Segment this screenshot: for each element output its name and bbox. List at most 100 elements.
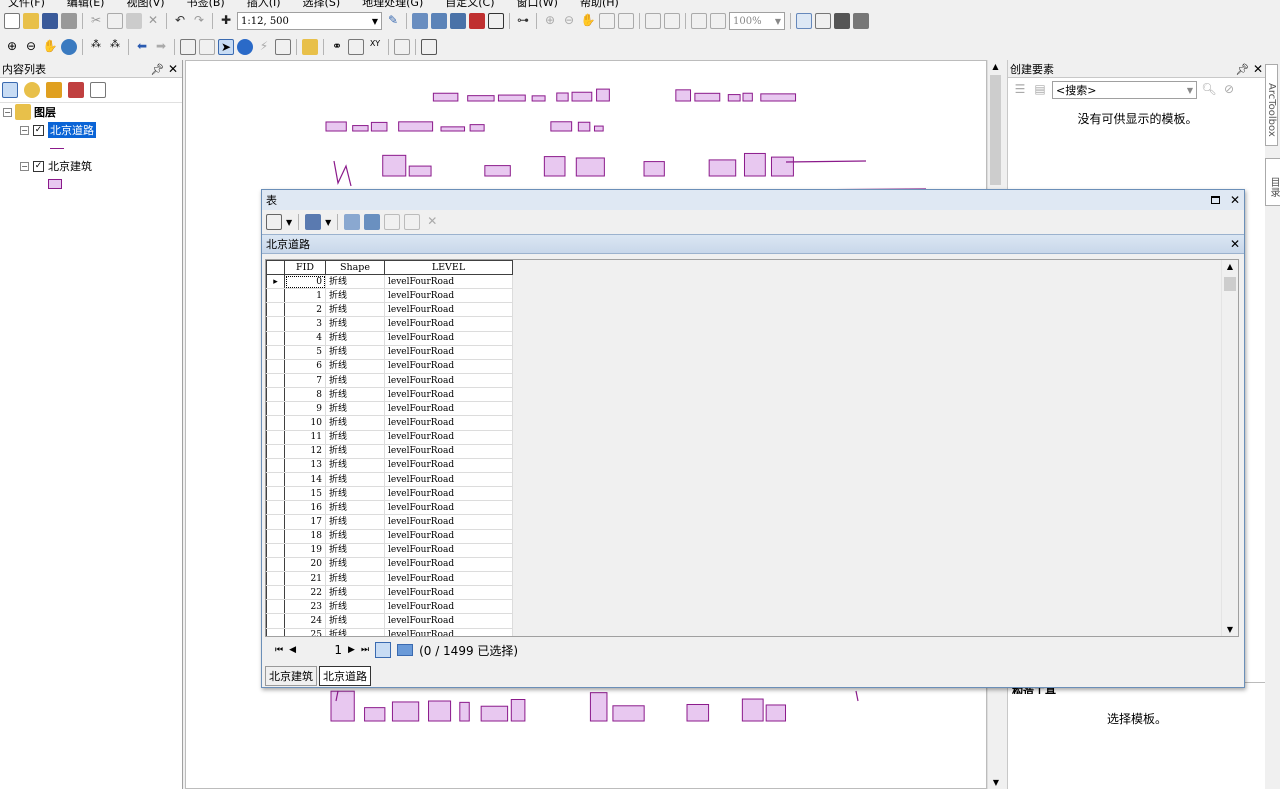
add-data-icon[interactable]: ✚ <box>218 13 234 29</box>
layer-item-roads[interactable]: − ✓ 北京道路 <box>0 121 182 139</box>
clear-search-icon[interactable]: ⊘ <box>1221 82 1237 98</box>
table-vertical-scrollbar[interactable]: ▲ ▼ <box>1221 260 1238 636</box>
cell-level[interactable]: levelFourRoad <box>384 359 513 374</box>
table-row[interactable]: 25 折线 levelFourRoad <box>266 628 513 636</box>
hyperlink-icon[interactable]: ⚡ <box>256 39 272 55</box>
cell-shape[interactable]: 折线 <box>325 430 385 445</box>
cell-shape[interactable]: 折线 <box>325 628 385 636</box>
scroll-thumb[interactable] <box>990 75 1001 185</box>
scale-combo[interactable]: 1:12, 500 ▼ <box>237 12 382 30</box>
table-row[interactable]: 11 折线 levelFourRoad <box>266 430 513 445</box>
table-row[interactable]: 1 折线 levelFourRoad <box>266 288 513 304</box>
create-viewer-window-icon[interactable] <box>421 39 437 55</box>
table-row[interactable]: 23 折线 levelFourRoad <box>266 599 513 615</box>
select-by-attributes-icon[interactable] <box>344 214 361 230</box>
new-document-icon[interactable] <box>4 13 20 29</box>
menu-item-5[interactable]: 选择(S) <box>303 0 341 8</box>
table-options-icon[interactable] <box>266 214 282 230</box>
full-extent-icon[interactable] <box>61 39 77 55</box>
bottom-tab-roads[interactable]: 北京道路 <box>319 666 371 686</box>
row-selector[interactable] <box>266 430 285 445</box>
cell-level[interactable]: levelFourRoad <box>384 331 513 346</box>
cell-fid[interactable]: 8 <box>284 387 326 403</box>
menu-item-7[interactable]: 自定义(C) <box>445 0 494 8</box>
row-selector[interactable] <box>266 599 285 615</box>
cell-shape[interactable]: 折线 <box>325 274 385 290</box>
last-record-icon[interactable]: ⏭ <box>361 645 369 655</box>
template-view-icon[interactable]: ▤ <box>1032 82 1048 98</box>
row-selector[interactable] <box>266 331 285 346</box>
cell-fid[interactable]: 10 <box>284 415 326 431</box>
cell-level[interactable]: levelFourRoad <box>384 274 513 290</box>
html-popup-icon[interactable] <box>275 39 291 55</box>
table-row[interactable]: 8 折线 levelFourRoad <box>266 387 513 403</box>
cell-level[interactable]: levelFourRoad <box>384 529 513 544</box>
cell-shape[interactable]: 折线 <box>325 543 385 558</box>
layer-label-roads[interactable]: 北京道路 <box>48 122 96 138</box>
cell-fid[interactable]: 12 <box>284 444 326 459</box>
menu-item-9[interactable]: 帮助(H) <box>580 0 619 8</box>
cell-fid[interactable]: 16 <box>284 500 326 516</box>
table-row[interactable]: 17 折线 levelFourRoad <box>266 514 513 530</box>
zoom-to-selected-icon[interactable] <box>404 214 421 230</box>
cell-shape[interactable]: 折线 <box>325 613 385 629</box>
close-icon[interactable]: ✕ <box>1230 193 1240 207</box>
cell-fid[interactable]: 19 <box>284 543 326 558</box>
table-row[interactable]: 19 折线 levelFourRoad <box>266 543 513 558</box>
editor-toolbar-icon[interactable]: ✎ <box>385 13 401 29</box>
menu-item-2[interactable]: 视图(V) <box>126 0 164 8</box>
menu-item-4[interactable]: 插入(I) <box>247 0 281 8</box>
toggle-draft-icon[interactable] <box>796 13 812 29</box>
table-row[interactable]: 15 折线 levelFourRoad <box>266 486 513 502</box>
layer-visibility-checkbox[interactable]: ✓ <box>33 160 44 172</box>
maximize-icon[interactable] <box>1211 196 1221 204</box>
find-route-icon[interactable] <box>348 39 364 55</box>
cell-fid[interactable]: 13 <box>284 458 326 473</box>
menu-item-3[interactable]: 书签(B) <box>187 0 225 8</box>
row-selector[interactable] <box>266 401 285 417</box>
table-row[interactable]: 22 折线 levelFourRoad <box>266 585 513 601</box>
row-selector[interactable] <box>266 571 285 587</box>
close-table-icon[interactable]: ✕ <box>1230 237 1240 251</box>
focus-data-frame-icon[interactable] <box>815 13 831 29</box>
scroll-thumb[interactable] <box>1224 277 1236 291</box>
clear-selection-icon[interactable] <box>384 214 401 230</box>
cell-shape[interactable]: 折线 <box>325 331 385 346</box>
cell-fid[interactable]: 2 <box>284 302 326 318</box>
row-selector[interactable] <box>266 387 285 403</box>
table-row[interactable]: 6 折线 levelFourRoad <box>266 359 513 374</box>
cell-level[interactable]: levelFourRoad <box>384 486 513 502</box>
time-slider-icon[interactable] <box>394 39 410 55</box>
cell-level[interactable]: levelFourRoad <box>384 288 513 304</box>
identify-icon[interactable] <box>237 39 253 55</box>
table-row[interactable]: 10 折线 levelFourRoad <box>266 415 513 431</box>
layer-visibility-checkbox[interactable]: ✓ <box>33 124 44 136</box>
cell-level[interactable]: levelFourRoad <box>384 415 513 431</box>
cell-fid[interactable]: 14 <box>284 472 326 488</box>
cell-shape[interactable]: 折线 <box>325 373 385 389</box>
row-selector[interactable] <box>266 373 285 389</box>
cell-fid[interactable]: 6 <box>284 359 326 374</box>
select-features-icon[interactable] <box>180 39 196 55</box>
cell-level[interactable]: levelFourRoad <box>384 571 513 587</box>
go-to-xy-icon[interactable]: XY <box>367 39 383 55</box>
zoom-out-icon[interactable]: ⊖ <box>23 39 39 55</box>
column-header-level[interactable]: LEVEL <box>384 260 513 275</box>
cell-shape[interactable]: 折线 <box>325 500 385 516</box>
cell-shape[interactable]: 折线 <box>325 387 385 403</box>
cell-fid[interactable]: 1 <box>284 288 326 304</box>
list-by-visibility-icon[interactable] <box>46 82 62 98</box>
row-selector[interactable] <box>266 458 285 473</box>
cell-shape[interactable]: 折线 <box>325 345 385 360</box>
paste-icon[interactable] <box>126 13 142 29</box>
table-row[interactable]: 20 折线 levelFourRoad <box>266 557 513 572</box>
table-row[interactable]: 24 折线 levelFourRoad <box>266 613 513 629</box>
cell-shape[interactable]: 折线 <box>325 359 385 374</box>
row-selector[interactable] <box>266 486 285 502</box>
table-row[interactable]: 4 折线 levelFourRoad <box>266 331 513 346</box>
catalog-icon[interactable] <box>431 13 447 29</box>
scroll-down-arrow[interactable]: ▼ <box>988 778 1004 787</box>
cell-fid[interactable]: 3 <box>284 316 326 332</box>
cell-level[interactable]: levelFourRoad <box>384 373 513 389</box>
cell-shape[interactable]: 折线 <box>325 529 385 544</box>
